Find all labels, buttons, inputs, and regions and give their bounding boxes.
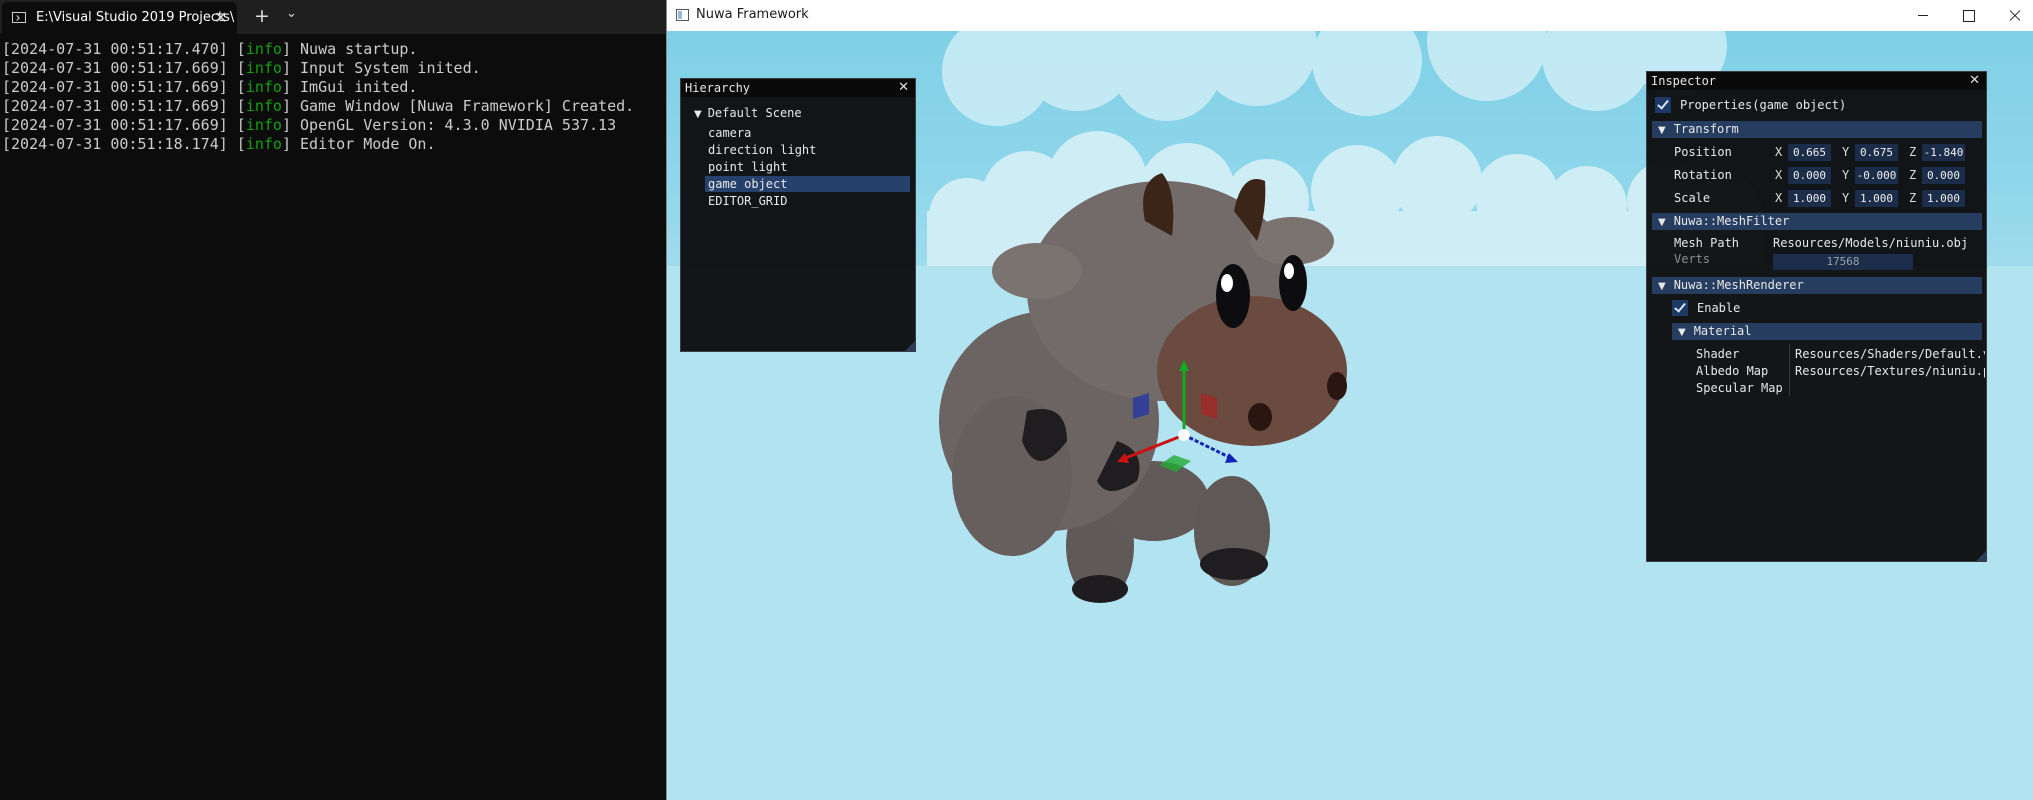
scene-viewport[interactable]: Hierarchy ✕ ▼ Default Scene camera direct…: [667, 31, 2033, 800]
material-column-divider: [1789, 344, 1790, 396]
close-icon[interactable]: [1992, 0, 2033, 31]
albedo-map-label: Albedo Map: [1696, 364, 1769, 378]
axis-y-label: Y: [1842, 191, 1850, 205]
scale-z-field[interactable]: 1.000: [1922, 190, 1965, 207]
hierarchy-item-point-light[interactable]: point light: [705, 159, 910, 175]
position-label: Position: [1674, 145, 1732, 159]
close-icon[interactable]: ✕: [898, 80, 909, 95]
hierarchy-item-game-object[interactable]: game object: [705, 176, 910, 192]
hierarchy-title: Hierarchy: [685, 81, 751, 95]
app-window-icon: [676, 9, 689, 21]
inspector-title: Inspector: [1651, 74, 1717, 88]
hierarchy-item-camera[interactable]: camera: [705, 125, 910, 141]
hierarchy-item-direction-light[interactable]: direction light: [705, 142, 910, 158]
log-line: [2024-07-31 00:51:17.669] [info] Input S…: [2, 59, 481, 77]
axis-y-label: Y: [1842, 168, 1850, 182]
log-line: [2024-07-31 00:51:17.669] [info] Game Wi…: [2, 97, 635, 115]
scale-label: Scale: [1674, 191, 1711, 205]
terminal-tab[interactable]: E:\Visual Studio 2019 Projects\ ✕: [2, 2, 237, 34]
hierarchy-titlebar[interactable]: Hierarchy ✕: [681, 79, 915, 97]
new-tab-button[interactable]: +: [254, 5, 270, 27]
mesh-path-label: Mesh Path: [1674, 236, 1740, 250]
terminal-icon: [12, 12, 26, 23]
log-line: [2024-07-31 00:51:17.669] [info] ImGui i…: [2, 78, 418, 96]
transform-header[interactable]: ▼ Transform: [1652, 121, 1982, 138]
meshrenderer-header[interactable]: ▼ Nuwa::MeshRenderer: [1652, 277, 1982, 294]
properties-label: Properties(game object): [1680, 98, 1847, 112]
verts-label: Verts: [1674, 252, 1711, 266]
mesh-path-value: Resources/Models/niuniu.obj: [1773, 236, 1969, 250]
enable-checkbox[interactable]: [1672, 300, 1688, 316]
collapse-arrow-icon[interactable]: ▼: [694, 109, 702, 120]
tab-close-icon[interactable]: ✕: [214, 8, 227, 27]
game-window: Nuwa Framework Hierarchy ✕ ▼ Default Sce…: [666, 0, 2033, 800]
axis-x-label: X: [1775, 191, 1783, 205]
material-header[interactable]: ▼ Material: [1672, 323, 1982, 340]
position-z-field[interactable]: -1.840: [1922, 144, 1965, 161]
inspector-titlebar[interactable]: Inspector ✕: [1647, 72, 1986, 90]
rotation-z-field[interactable]: 0.000: [1922, 167, 1965, 184]
meshfilter-header[interactable]: ▼ Nuwa::MeshFilter: [1652, 213, 1982, 230]
rotation-y-field[interactable]: -0.000: [1855, 167, 1898, 184]
log-line: [2024-07-31 00:51:17.470] [info] Nuwa st…: [2, 40, 418, 58]
axis-z-label: Z: [1909, 191, 1917, 205]
terminal-output[interactable]: [2024-07-31 00:51:17.470] [info] Nuwa st…: [2, 40, 634, 154]
shader-value: Resources/Shaders/Default.v: [1795, 347, 1985, 361]
game-window-title: Nuwa Framework: [696, 7, 809, 22]
specular-map-label: Specular Map: [1696, 381, 1783, 395]
hierarchy-item-editor-grid[interactable]: EDITOR_GRID: [705, 193, 910, 209]
enable-label: Enable: [1697, 301, 1741, 315]
resize-grip-icon[interactable]: [905, 341, 915, 351]
log-line: [2024-07-31 00:51:18.174] [info] Editor …: [2, 135, 436, 153]
inspector-panel[interactable]: Inspector ✕ Properties(game object) ▼ Tra…: [1646, 71, 1987, 562]
terminal-tab-bar: E:\Visual Studio 2019 Projects\ ✕ + ⌄: [0, 0, 666, 34]
resize-grip-icon[interactable]: [1976, 551, 1986, 561]
albedo-map-value: Resources/Textures/niuniu.p: [1795, 364, 1985, 378]
cloud-layer: [942, 31, 1727, 126]
shader-label: Shader: [1696, 347, 1740, 361]
axis-z-label: Z: [1909, 145, 1917, 159]
scale-x-field[interactable]: 1.000: [1788, 190, 1831, 207]
axis-x-label: X: [1775, 145, 1783, 159]
scale-y-field[interactable]: 1.000: [1855, 190, 1898, 207]
log-line: [2024-07-31 00:51:17.669] [info] OpenGL …: [2, 116, 617, 134]
verts-value: 17568: [1773, 254, 1913, 270]
chevron-down-icon[interactable]: ⌄: [286, 6, 297, 21]
hierarchy-panel[interactable]: Hierarchy ✕ ▼ Default Scene camera direct…: [680, 78, 916, 352]
maximize-icon[interactable]: [1946, 0, 1992, 31]
minimize-icon[interactable]: [1900, 0, 1946, 31]
game-window-titlebar[interactable]: Nuwa Framework: [667, 0, 2033, 31]
scene-name: Default Scene: [707, 106, 802, 120]
axis-y-label: Y: [1842, 145, 1850, 159]
position-x-field[interactable]: 0.665: [1788, 144, 1831, 161]
position-y-field[interactable]: 0.675: [1855, 144, 1898, 161]
properties-checkbox[interactable]: [1655, 97, 1671, 113]
collapse-arrow-icon: ▼: [1678, 327, 1686, 338]
rotation-x-field[interactable]: 0.000: [1788, 167, 1831, 184]
collapse-arrow-icon: ▼: [1658, 125, 1666, 136]
collapse-arrow-icon: ▼: [1658, 217, 1666, 228]
collapse-arrow-icon: ▼: [1658, 281, 1666, 292]
axis-x-label: X: [1775, 168, 1783, 182]
terminal-tab-title: E:\Visual Studio 2019 Projects\: [36, 10, 235, 25]
close-icon[interactable]: ✕: [1969, 73, 1980, 88]
terminal-window: E:\Visual Studio 2019 Projects\ ✕ + ⌄ [2…: [0, 0, 666, 800]
scene-root-node[interactable]: ▼ Default Scene: [694, 106, 802, 120]
axis-z-label: Z: [1909, 168, 1917, 182]
rotation-label: Rotation: [1674, 168, 1732, 182]
